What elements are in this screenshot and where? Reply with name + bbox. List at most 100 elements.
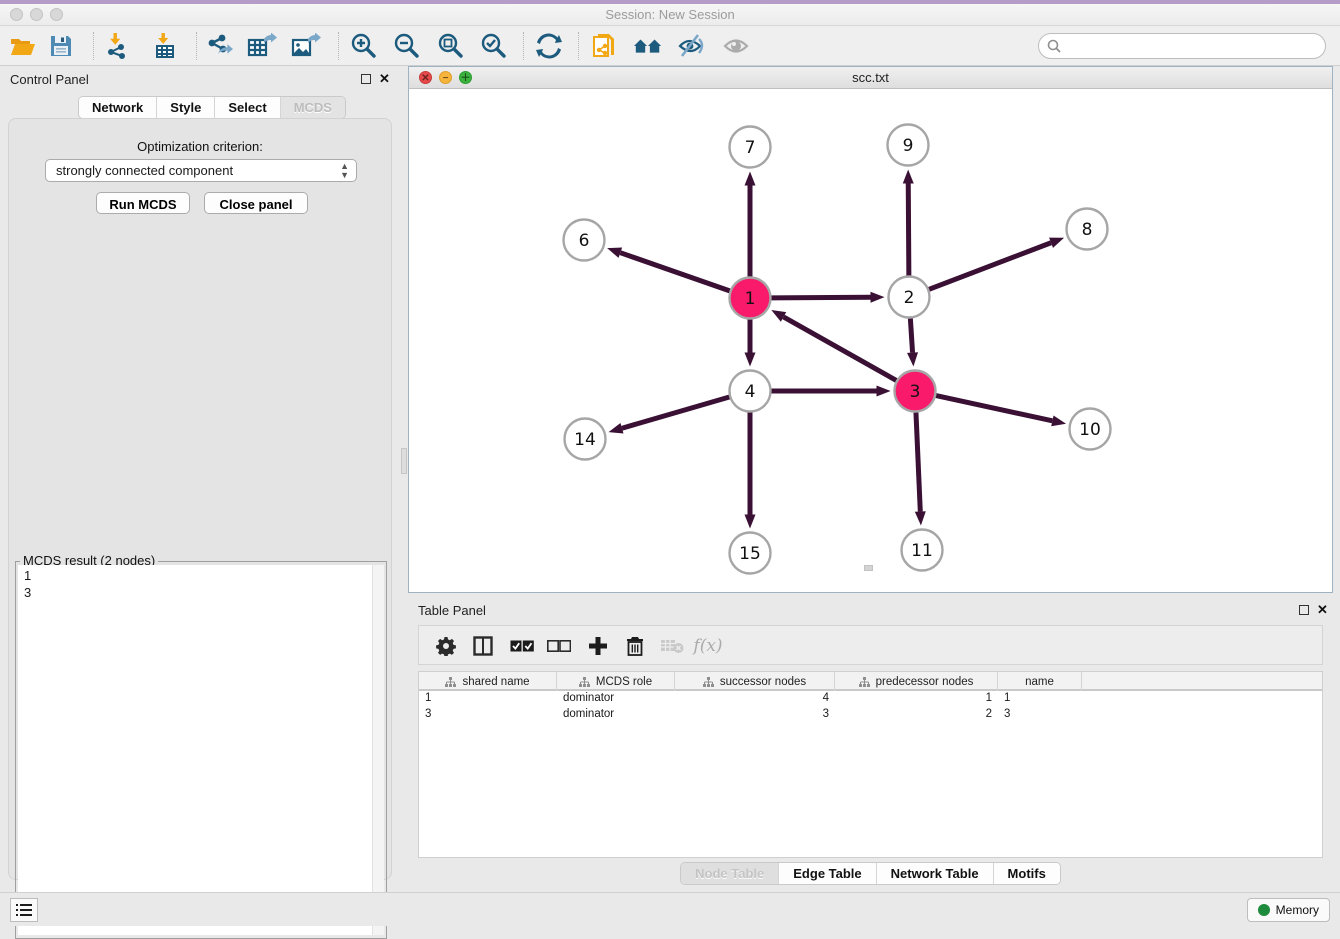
- panel-splitter-handle[interactable]: [401, 448, 407, 474]
- checked-boxes-icon: [510, 640, 534, 653]
- edge-3-1[interactable]: [784, 317, 897, 381]
- memory-button[interactable]: Memory: [1247, 898, 1330, 922]
- tab-edge-table[interactable]: Edge Table: [779, 863, 876, 884]
- mcds-result-text[interactable]: 1 3: [18, 565, 374, 935]
- table-tabs-bar: Node TableEdge TableNetwork TableMotifs: [408, 862, 1333, 885]
- float-table-panel-icon[interactable]: [1299, 605, 1309, 615]
- refresh-layout-button[interactable]: [534, 31, 564, 61]
- table-settings-button[interactable]: [431, 631, 461, 661]
- deselect-all-button[interactable]: [544, 631, 574, 661]
- run-mcds-button[interactable]: Run MCDS: [96, 192, 190, 214]
- selected-criterion-value: strongly connected component: [56, 163, 233, 178]
- export-image-button[interactable]: [291, 31, 321, 61]
- zoom-out-button[interactable]: [391, 31, 421, 61]
- save-session-button[interactable]: [46, 31, 76, 61]
- table-row[interactable]: 3dominator323: [419, 707, 1322, 723]
- node-label-1: 1: [745, 289, 756, 309]
- export-network-button[interactable]: [204, 31, 234, 61]
- zoom-selected-button[interactable]: [478, 31, 508, 61]
- tab-select[interactable]: Select: [215, 97, 280, 118]
- table-cell[interactable]: dominator: [557, 707, 675, 723]
- column-header-successor-nodes[interactable]: successor nodes: [675, 672, 835, 691]
- fx-label: f(x): [693, 636, 722, 656]
- import-table-button[interactable]: [150, 31, 180, 61]
- close-panel-icon[interactable]: ✕: [379, 71, 390, 87]
- mcds-panel-body: Optimization criterion: strongly connect…: [8, 118, 392, 880]
- tab-mcds[interactable]: MCDS: [281, 97, 345, 118]
- edge-1-2[interactable]: [771, 297, 870, 298]
- delete-table-button-disabled: [657, 631, 687, 661]
- node-label-6: 6: [579, 231, 590, 251]
- search-field[interactable]: [1038, 33, 1326, 59]
- add-column-button[interactable]: [583, 631, 613, 661]
- show-panel-eye-button-disabled: [721, 31, 751, 61]
- tab-node-table[interactable]: Node Table: [681, 863, 779, 884]
- control-panel-title: Control Panel: [10, 72, 89, 87]
- zoom-in-button[interactable]: [348, 31, 378, 61]
- table-cell[interactable]: 3: [998, 707, 1082, 723]
- gear-icon: [436, 636, 456, 656]
- table-cell[interactable]: 3: [675, 707, 835, 723]
- table-panel-header: Table Panel ✕: [408, 597, 1333, 623]
- node-table: shared nameMCDS rolesuccessor nodesprede…: [418, 671, 1323, 858]
- table-cell[interactable]: dominator: [557, 691, 675, 707]
- column-header-predecessor-nodes[interactable]: predecessor nodes: [835, 672, 998, 691]
- table-cell[interactable]: 4: [675, 691, 835, 707]
- task-history-button[interactable]: [10, 898, 38, 922]
- column-header-MCDS-role[interactable]: MCDS role: [557, 672, 675, 691]
- edge-3-11[interactable]: [916, 412, 920, 511]
- table-toolbar: f(x): [418, 625, 1323, 665]
- toolbar-separator: [196, 32, 197, 60]
- delete-column-button[interactable]: [620, 631, 650, 661]
- import-network-button[interactable]: [102, 31, 132, 61]
- titlebar: Session: New Session: [0, 4, 1340, 26]
- network-overview-button[interactable]: [633, 31, 663, 61]
- column-header-name[interactable]: name: [998, 672, 1082, 691]
- list-icon: [16, 903, 32, 917]
- edge-1-6[interactable]: [620, 253, 729, 291]
- tab-style[interactable]: Style: [157, 97, 215, 118]
- edge-arrowhead: [915, 511, 926, 525]
- edge-3-10[interactable]: [936, 396, 1052, 421]
- table-row[interactable]: 1dominator411: [419, 691, 1322, 707]
- edge-arrowhead: [1051, 415, 1066, 426]
- open-folder-icon: [10, 35, 36, 57]
- tab-network[interactable]: Network: [79, 97, 157, 118]
- edge-4-14[interactable]: [622, 397, 729, 428]
- column-header-shared-name[interactable]: shared name: [419, 672, 557, 691]
- edge-2-9[interactable]: [908, 183, 909, 275]
- network-canvas[interactable]: 7968124314101511: [409, 89, 1332, 592]
- clone-network-button[interactable]: [590, 31, 620, 61]
- table-cell[interactable]: 1: [998, 691, 1082, 707]
- tab-network-table[interactable]: Network Table: [877, 863, 994, 884]
- open-session-button[interactable]: [8, 31, 38, 61]
- edge-2-8[interactable]: [929, 243, 1051, 290]
- toolbar-separator: [338, 32, 339, 60]
- node-label-4: 4: [745, 382, 756, 402]
- search-input[interactable]: [1066, 39, 1316, 53]
- table-cell[interactable]: 3: [419, 707, 557, 723]
- show-columns-button[interactable]: [468, 631, 498, 661]
- zoom-fit-button[interactable]: [435, 31, 465, 61]
- export-table-button[interactable]: [247, 31, 277, 61]
- table-cell[interactable]: 2: [835, 707, 998, 723]
- table-cell[interactable]: 1: [835, 691, 998, 707]
- trash-icon: [626, 636, 644, 656]
- edge-arrowhead: [745, 172, 756, 186]
- float-panel-icon[interactable]: [361, 74, 371, 84]
- edge-arrowhead: [1049, 238, 1064, 248]
- node-label-15: 15: [739, 544, 761, 564]
- canvas-scroll-thumb[interactable]: [864, 565, 873, 571]
- edge-2-3[interactable]: [910, 318, 912, 352]
- close-table-panel-icon[interactable]: ✕: [1317, 602, 1328, 618]
- optimization-criterion-select[interactable]: strongly connected component ▲▼: [45, 159, 357, 182]
- table-panel: Table Panel ✕: [408, 597, 1333, 890]
- close-panel-button[interactable]: Close panel: [204, 192, 308, 214]
- edge-arrowhead: [907, 352, 918, 366]
- network-window-titlebar: ✕ − ＋ scc.txt: [409, 67, 1332, 89]
- table-cell[interactable]: 1: [419, 691, 557, 707]
- hide-panel-eye-button[interactable]: [676, 31, 706, 61]
- mcds-result-scrollbar[interactable]: [372, 565, 384, 935]
- tab-motifs[interactable]: Motifs: [994, 863, 1060, 884]
- select-all-button[interactable]: [507, 631, 537, 661]
